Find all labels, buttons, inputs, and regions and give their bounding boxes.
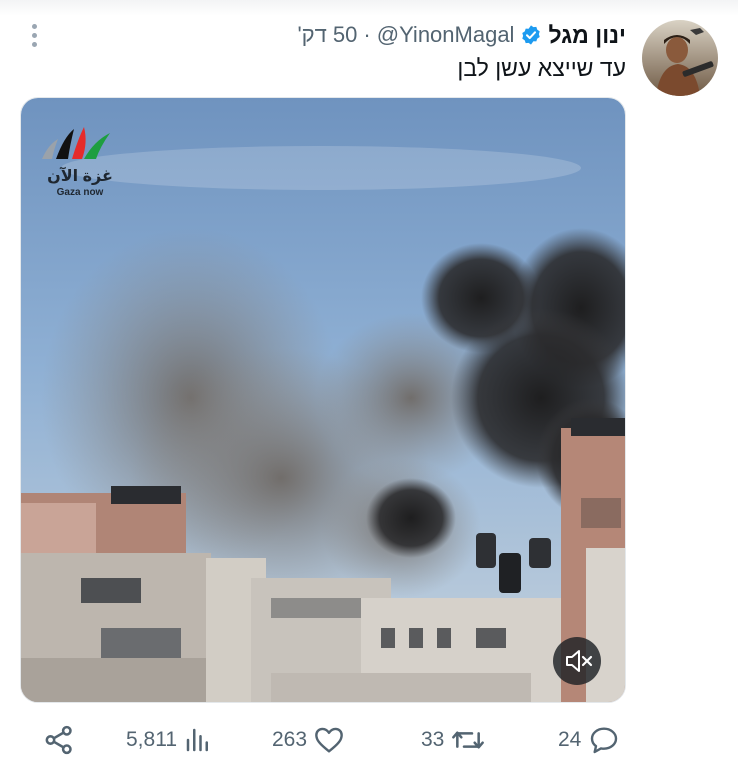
more-options-icon[interactable] — [26, 22, 44, 50]
channel-watermark: غزة الآن Gaza now — [38, 125, 122, 198]
volume-muted-icon[interactable] — [553, 637, 601, 685]
retweet-button[interactable]: 33 — [421, 720, 486, 760]
heart-icon — [315, 727, 343, 753]
watermark-english: Gaza now — [56, 187, 104, 198]
analytics-bars-icon — [186, 728, 208, 752]
timestamp[interactable]: 50 דק' — [297, 22, 357, 48]
verified-badge-icon — [522, 25, 541, 45]
replies-count: 24 — [558, 728, 582, 751]
tweet-header: ינון מגל @YinonMagal · 50 דק' — [297, 18, 626, 52]
like-button[interactable]: 263 — [272, 720, 345, 760]
likes-count: 263 — [272, 728, 308, 751]
watermark-logo-icon — [42, 127, 110, 159]
display-name[interactable]: ינון מגל — [548, 22, 626, 49]
tweet-actions: 5,811 263 33 24 — [0, 720, 738, 760]
reply-button[interactable]: 24 — [558, 720, 621, 760]
user-handle[interactable]: @YinonMagal — [377, 22, 515, 48]
retweet-icon — [452, 731, 485, 749]
top-divider — [0, 0, 738, 16]
views-count: 5,811 — [126, 728, 177, 751]
separator-dot: · — [363, 22, 371, 47]
profile-avatar[interactable] — [642, 20, 718, 96]
retweets-count: 33 — [421, 728, 445, 751]
share-button[interactable] — [42, 720, 76, 760]
views-button[interactable]: 5,811 — [126, 720, 213, 760]
watermark-arabic: غزة الآن — [47, 168, 113, 185]
tweet-text: עד שייצא עשן לבן — [457, 55, 626, 81]
share-icon — [45, 725, 72, 755]
reply-bubble-icon — [591, 727, 618, 754]
